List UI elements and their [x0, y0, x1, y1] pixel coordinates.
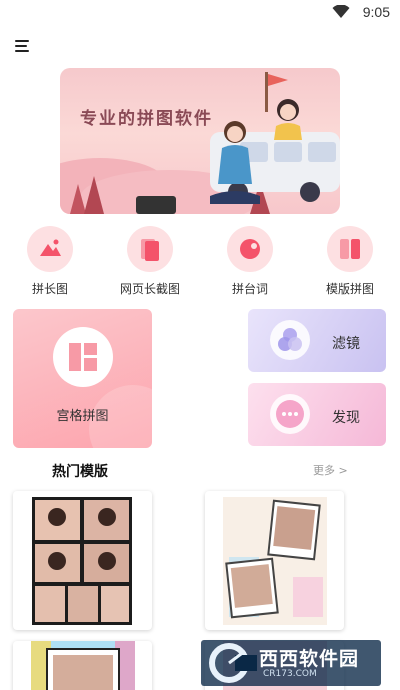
dots-icon — [270, 394, 310, 434]
quick-action-label: 模版拼图 — [325, 282, 374, 296]
quick-action-label: 网页长截图 — [119, 282, 180, 296]
status-bar: 9:05 — [0, 0, 400, 24]
template-blocks-icon — [327, 226, 373, 272]
template-thumbnail — [223, 497, 327, 625]
quick-action-label: 拼长图 — [31, 282, 68, 296]
watermark-title: 西西软件园 — [259, 648, 360, 670]
template-card[interactable] — [205, 491, 344, 630]
filter-label: 滤镜 — [332, 336, 360, 352]
filter-card[interactable]: 滤镜 — [248, 309, 386, 372]
stacked-pages-icon — [127, 226, 173, 272]
mountain-image-icon — [27, 226, 73, 272]
grid-collage-card[interactable]: 宫格拼图 — [13, 309, 152, 448]
promo-banner[interactable]: 专业的拼图软件 — [60, 68, 340, 214]
watermark-subtitle: CR173.COM — [263, 669, 317, 679]
wifi-icon — [332, 5, 350, 18]
banner-headline: 专业的拼图软件 — [80, 109, 213, 129]
status-time: 9:05 — [362, 4, 390, 20]
discover-label: 发现 — [332, 410, 360, 426]
hot-templates-title: 热门模版 — [52, 464, 108, 480]
grid-collage-label: 宫格拼图 — [56, 409, 109, 424]
template-thumbnail — [32, 497, 132, 625]
quick-action-lines[interactable]: 拼台词 — [217, 226, 283, 297]
overlap-circles-icon — [270, 320, 310, 360]
banner-illustration — [60, 72, 340, 214]
logo-mark-icon — [209, 643, 257, 683]
template-card[interactable] — [13, 491, 152, 630]
template-thumbnail — [31, 641, 135, 690]
quick-action-long-image[interactable]: 拼长图 — [17, 226, 83, 297]
pie-dot-icon — [227, 226, 273, 272]
quick-action-web-screenshot[interactable]: 网页长截图 — [117, 226, 183, 297]
quick-action-label: 拼台词 — [231, 282, 268, 296]
discover-card[interactable]: 发现 — [248, 383, 386, 446]
watermark-logo: 西西软件园 CR173.COM — [201, 640, 381, 686]
template-card[interactable] — [13, 641, 152, 690]
grid-layout-icon — [53, 327, 113, 387]
quick-action-template[interactable]: 模版拼图 — [317, 226, 383, 297]
hamburger-menu-icon[interactable] — [15, 40, 31, 52]
more-templates-link[interactable]: 更多 > — [313, 462, 348, 478]
